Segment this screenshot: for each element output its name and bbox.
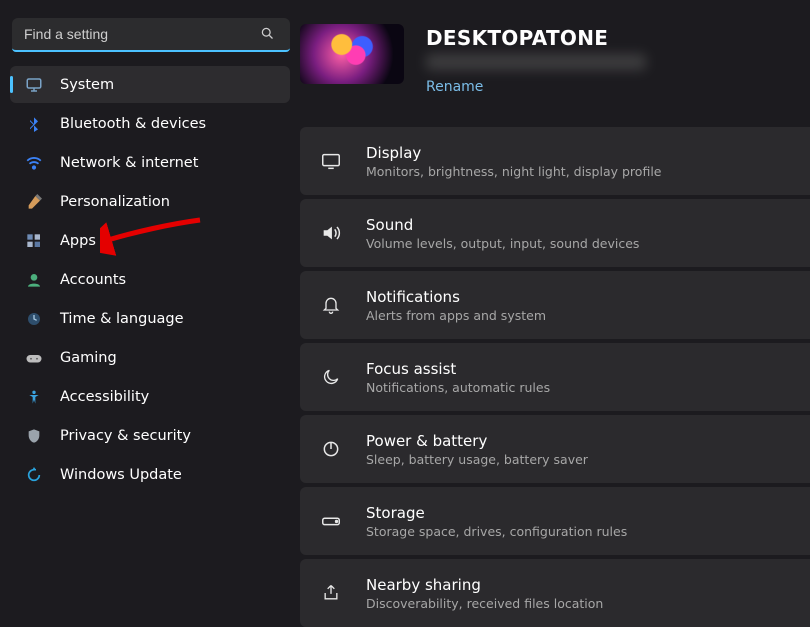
sidebar-item-label: System xyxy=(60,77,114,93)
sidebar-item-accounts[interactable]: Accounts xyxy=(10,261,290,298)
sidebar-item-label: Accounts xyxy=(60,272,126,288)
sound-icon xyxy=(318,220,344,246)
card-title: Storage xyxy=(366,504,627,522)
display-icon xyxy=(318,148,344,174)
gamepad-icon xyxy=(24,348,44,368)
rename-link[interactable]: Rename xyxy=(426,79,483,95)
card-title: Notifications xyxy=(366,288,546,306)
sidebar-item-label: Network & internet xyxy=(60,155,198,171)
card-sub: Volume levels, output, input, sound devi… xyxy=(366,236,639,251)
settings-sidebar: System Bluetooth & devices Network & int… xyxy=(0,0,300,624)
card-storage[interactable]: Storage Storage space, drives, configura… xyxy=(300,487,810,555)
card-title: Nearby sharing xyxy=(366,576,603,594)
wifi-icon xyxy=(24,153,44,173)
share-icon xyxy=(318,580,344,606)
nav-list: System Bluetooth & devices Network & int… xyxy=(6,66,294,493)
card-title: Focus assist xyxy=(366,360,550,378)
card-sub: Sleep, battery usage, battery saver xyxy=(366,452,588,467)
card-sub: Notifications, automatic rules xyxy=(366,380,550,395)
sidebar-item-label: Privacy & security xyxy=(60,428,191,444)
card-focus-assist[interactable]: Focus assist Notifications, automatic ru… xyxy=(300,343,810,411)
sidebar-item-gaming[interactable]: Gaming xyxy=(10,339,290,376)
profile-text: DESKTOPATONE Rename xyxy=(426,24,666,95)
sidebar-item-time-language[interactable]: Time & language xyxy=(10,300,290,337)
sidebar-item-label: Accessibility xyxy=(60,389,149,405)
sidebar-item-label: Gaming xyxy=(60,350,117,366)
card-sub: Alerts from apps and system xyxy=(366,308,546,323)
card-display[interactable]: Display Monitors, brightness, night ligh… xyxy=(300,127,810,195)
sidebar-item-label: Bluetooth & devices xyxy=(60,116,206,132)
settings-cards: Display Monitors, brightness, night ligh… xyxy=(300,127,810,627)
search-container xyxy=(12,18,288,52)
sidebar-item-system[interactable]: System xyxy=(10,66,290,103)
profile-header: DESKTOPATONE Rename xyxy=(300,24,810,95)
clock-globe-icon xyxy=(24,309,44,329)
system-icon xyxy=(24,75,44,95)
card-power-battery[interactable]: Power & battery Sleep, battery usage, ba… xyxy=(300,415,810,483)
redacted-line xyxy=(426,54,646,70)
sidebar-item-label: Windows Update xyxy=(60,467,182,483)
bluetooth-icon xyxy=(24,114,44,134)
paintbrush-icon xyxy=(24,192,44,212)
card-nearby-sharing[interactable]: Nearby sharing Discoverability, received… xyxy=(300,559,810,627)
sidebar-item-personalization[interactable]: Personalization xyxy=(10,183,290,220)
sidebar-item-windows-update[interactable]: Windows Update xyxy=(10,456,290,493)
sidebar-item-privacy[interactable]: Privacy & security xyxy=(10,417,290,454)
card-sound[interactable]: Sound Volume levels, output, input, soun… xyxy=(300,199,810,267)
card-notifications[interactable]: Notifications Alerts from apps and syste… xyxy=(300,271,810,339)
sidebar-item-label: Personalization xyxy=(60,194,170,210)
card-sub: Storage space, drives, configuration rul… xyxy=(366,524,627,539)
card-title: Power & battery xyxy=(366,432,588,450)
search-input[interactable] xyxy=(12,18,290,52)
bell-icon xyxy=(318,292,344,318)
power-icon xyxy=(318,436,344,462)
moon-icon xyxy=(318,364,344,390)
card-title: Sound xyxy=(366,216,639,234)
sidebar-item-network[interactable]: Network & internet xyxy=(10,144,290,181)
sidebar-item-label: Time & language xyxy=(60,311,184,327)
pc-name: DESKTOPATONE xyxy=(426,26,666,50)
update-icon xyxy=(24,465,44,485)
wallpaper-thumb xyxy=(300,24,404,84)
sidebar-item-apps[interactable]: Apps xyxy=(10,222,290,259)
accessibility-icon xyxy=(24,387,44,407)
card-sub: Discoverability, received files location xyxy=(366,596,603,611)
card-title: Display xyxy=(366,144,661,162)
sidebar-item-bluetooth[interactable]: Bluetooth & devices xyxy=(10,105,290,142)
apps-icon xyxy=(24,231,44,251)
main-panel: DESKTOPATONE Rename Display Monitors, br… xyxy=(300,0,810,624)
sidebar-item-label: Apps xyxy=(60,233,96,249)
card-sub: Monitors, brightness, night light, displ… xyxy=(366,164,661,179)
sidebar-item-accessibility[interactable]: Accessibility xyxy=(10,378,290,415)
storage-icon xyxy=(318,508,344,534)
shield-icon xyxy=(24,426,44,446)
person-icon xyxy=(24,270,44,290)
